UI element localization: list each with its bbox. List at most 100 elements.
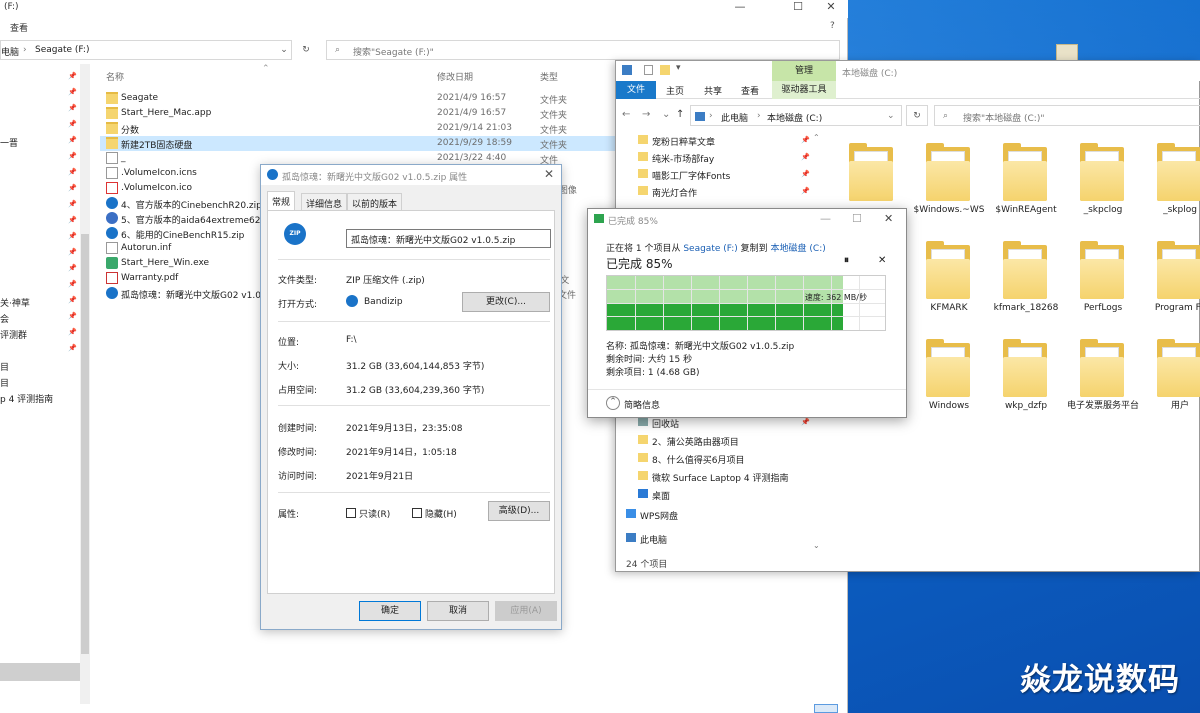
column-name[interactable]: 名称 — [106, 70, 124, 83]
pin-icon[interactable]: 📌 — [801, 187, 810, 195]
back-icon[interactable]: ← — [622, 109, 630, 120]
pause-button[interactable]: ⏸ — [844, 255, 849, 266]
horizontal-scrollbar[interactable] — [0, 663, 80, 681]
close-button[interactable]: ✕ — [816, 0, 846, 16]
minimize-button[interactable]: — — [820, 212, 831, 225]
pin-icon[interactable]: 📌 — [68, 200, 77, 208]
ok-button[interactable]: 确定 — [359, 601, 421, 621]
tab-file[interactable]: 文件 — [616, 81, 656, 99]
less-details-toggle[interactable]: ⌃ 简略信息 — [588, 389, 906, 417]
pin-icon[interactable]: 📌 — [801, 418, 810, 426]
pin-icon[interactable]: 📌 — [68, 184, 77, 192]
search-input[interactable]: ⌕ 搜索"Seagate (F:)" — [326, 40, 840, 60]
breadcrumb-pc[interactable]: 电脑 — [1, 45, 19, 58]
view-toggle-icon[interactable] — [814, 704, 838, 713]
maximize-button[interactable]: ☐ — [783, 0, 813, 16]
chevron-down-icon[interactable]: ⌄ — [887, 111, 895, 121]
file-row[interactable]: Start_Here_Mac.app 2021/4/9 16:57 文件夹 — [100, 106, 620, 121]
folder-item[interactable]: $WinREAgent — [983, 143, 1069, 239]
pin-icon[interactable]: 📌 — [68, 136, 77, 144]
file-row[interactable]: Seagate 2021/4/9 16:57 文件夹 — [100, 91, 620, 106]
scroll-up-icon[interactable]: ⌃ — [813, 133, 820, 142]
nav-item[interactable]: 目 — [0, 376, 80, 392]
nav-item[interactable]: 目 — [0, 360, 80, 376]
breadcrumb-drive[interactable]: Seagate (F:) — [35, 45, 89, 55]
scrollbar-thumb[interactable] — [81, 234, 89, 654]
hidden-checkbox[interactable] — [412, 508, 422, 518]
pin-icon[interactable]: 📌 — [68, 120, 77, 128]
apply-button[interactable]: 应用(A) — [495, 601, 557, 621]
copy-dest-link[interactable]: 本地磁盘 (C:) — [771, 244, 826, 254]
folder-item[interactable]: _skpclog — [1060, 143, 1146, 239]
pin-icon[interactable]: 📌 — [68, 344, 77, 352]
tab-view[interactable]: 查看 — [741, 84, 759, 97]
pin-icon[interactable]: 📌 — [68, 296, 77, 304]
pin-icon[interactable]: 📌 — [68, 152, 77, 160]
change-button[interactable]: 更改(C)... — [462, 292, 550, 312]
pin-icon[interactable]: 📌 — [801, 153, 810, 161]
pin-icon[interactable]: 📌 — [68, 72, 77, 80]
help-icon[interactable]: ? — [830, 21, 835, 31]
file-row[interactable]: 新建2TB固态硬盘 2021/9/29 18:59 文件夹 — [100, 136, 620, 151]
maximize-button[interactable]: ☐ — [852, 212, 862, 225]
folder-item[interactable]: 用户 — [1137, 339, 1200, 435]
folder-item[interactable]: Windows — [906, 339, 992, 435]
tab-details[interactable]: 详细信息 — [301, 193, 348, 210]
pin-icon[interactable]: 📌 — [68, 168, 77, 176]
recent-dropdown-icon[interactable]: ⌄ — [662, 109, 670, 120]
forward-icon[interactable]: → — [642, 109, 650, 120]
pin-icon[interactable]: 📌 — [68, 232, 77, 240]
readonly-checkbox[interactable] — [346, 508, 356, 518]
nav-item[interactable]: p 4 评测指南 — [0, 392, 80, 408]
customize-qat-icon[interactable]: ▾ — [676, 63, 681, 73]
breadcrumb-pc[interactable]: 此电脑 — [721, 111, 748, 124]
pin-icon[interactable]: 📌 — [68, 328, 77, 336]
refresh-button[interactable]: ↻ — [296, 41, 316, 59]
column-type[interactable]: 类型 — [540, 70, 558, 83]
new-folder-icon[interactable] — [660, 65, 670, 75]
nav-scrollbar[interactable] — [80, 64, 90, 704]
properties-icon[interactable] — [644, 65, 653, 75]
chevron-down-icon[interactable]: ⌄ — [274, 41, 294, 59]
tab-drive-tools[interactable]: 驱动器工具 — [772, 81, 836, 99]
menu-view[interactable]: 查看 — [10, 21, 28, 34]
folder-item[interactable]: KFMARK — [906, 241, 992, 337]
pin-icon[interactable]: 📌 — [68, 104, 77, 112]
folder-item[interactable]: _skplog — [1137, 143, 1200, 239]
folder-item[interactable]: 电子发票服务平台 — [1060, 339, 1146, 435]
file-row[interactable]: 分数 2021/9/14 21:03 文件夹 — [100, 121, 620, 136]
filename-field[interactable]: 孤岛惊魂：新曙光中文版G02 v1.0.5.zip — [346, 229, 551, 248]
pin-icon[interactable]: 📌 — [68, 248, 77, 256]
tab-share[interactable]: 共享 — [704, 84, 722, 97]
folder-item[interactable]: wkp_dzfp — [983, 339, 1069, 435]
tab-home[interactable]: 主页 — [666, 84, 684, 97]
tab-manage[interactable]: 管理 — [772, 61, 836, 81]
pin-icon[interactable]: 📌 — [68, 88, 77, 96]
folder-item[interactable]: kfmark_18268 — [983, 241, 1069, 337]
column-date[interactable]: 修改日期 — [437, 70, 473, 83]
search-input[interactable]: ⌕ 搜索"本地磁盘 (C:)" — [934, 105, 1200, 126]
cancel-copy-button[interactable]: ✕ — [878, 255, 886, 266]
advanced-button[interactable]: 高级(D)... — [488, 501, 550, 521]
pin-icon[interactable]: 📌 — [68, 216, 77, 224]
copy-source-link[interactable]: Seagate (F:) — [683, 244, 737, 254]
scroll-down-icon[interactable]: ⌄ — [813, 541, 820, 550]
tab-general[interactable]: 常规 — [267, 191, 296, 210]
address-bar[interactable]: › 此电脑 › 本地磁盘 (C:) ⌄ — [690, 105, 902, 126]
folder-item[interactable]: PerfLogs — [1060, 241, 1146, 337]
folder-item[interactable]: Program Fil — [1137, 241, 1200, 337]
close-icon[interactable]: ✕ — [544, 167, 554, 181]
up-icon[interactable]: ↑ — [676, 109, 684, 120]
cancel-button[interactable]: 取消 — [427, 601, 489, 621]
folder-item[interactable]: $Windows.~WS — [906, 143, 992, 239]
minimize-button[interactable]: — — [725, 0, 755, 16]
pin-icon[interactable]: 📌 — [68, 280, 77, 288]
pin-icon[interactable]: 📌 — [801, 170, 810, 178]
pin-icon[interactable]: 📌 — [68, 312, 77, 320]
pin-icon[interactable]: 📌 — [801, 136, 810, 144]
pin-icon[interactable]: 📌 — [68, 264, 77, 272]
close-button[interactable]: ✕ — [884, 212, 893, 225]
tab-previous-versions[interactable]: 以前的版本 — [347, 193, 403, 210]
breadcrumb-drive[interactable]: 本地磁盘 (C:) — [767, 111, 822, 124]
refresh-button[interactable]: ↻ — [906, 105, 928, 126]
